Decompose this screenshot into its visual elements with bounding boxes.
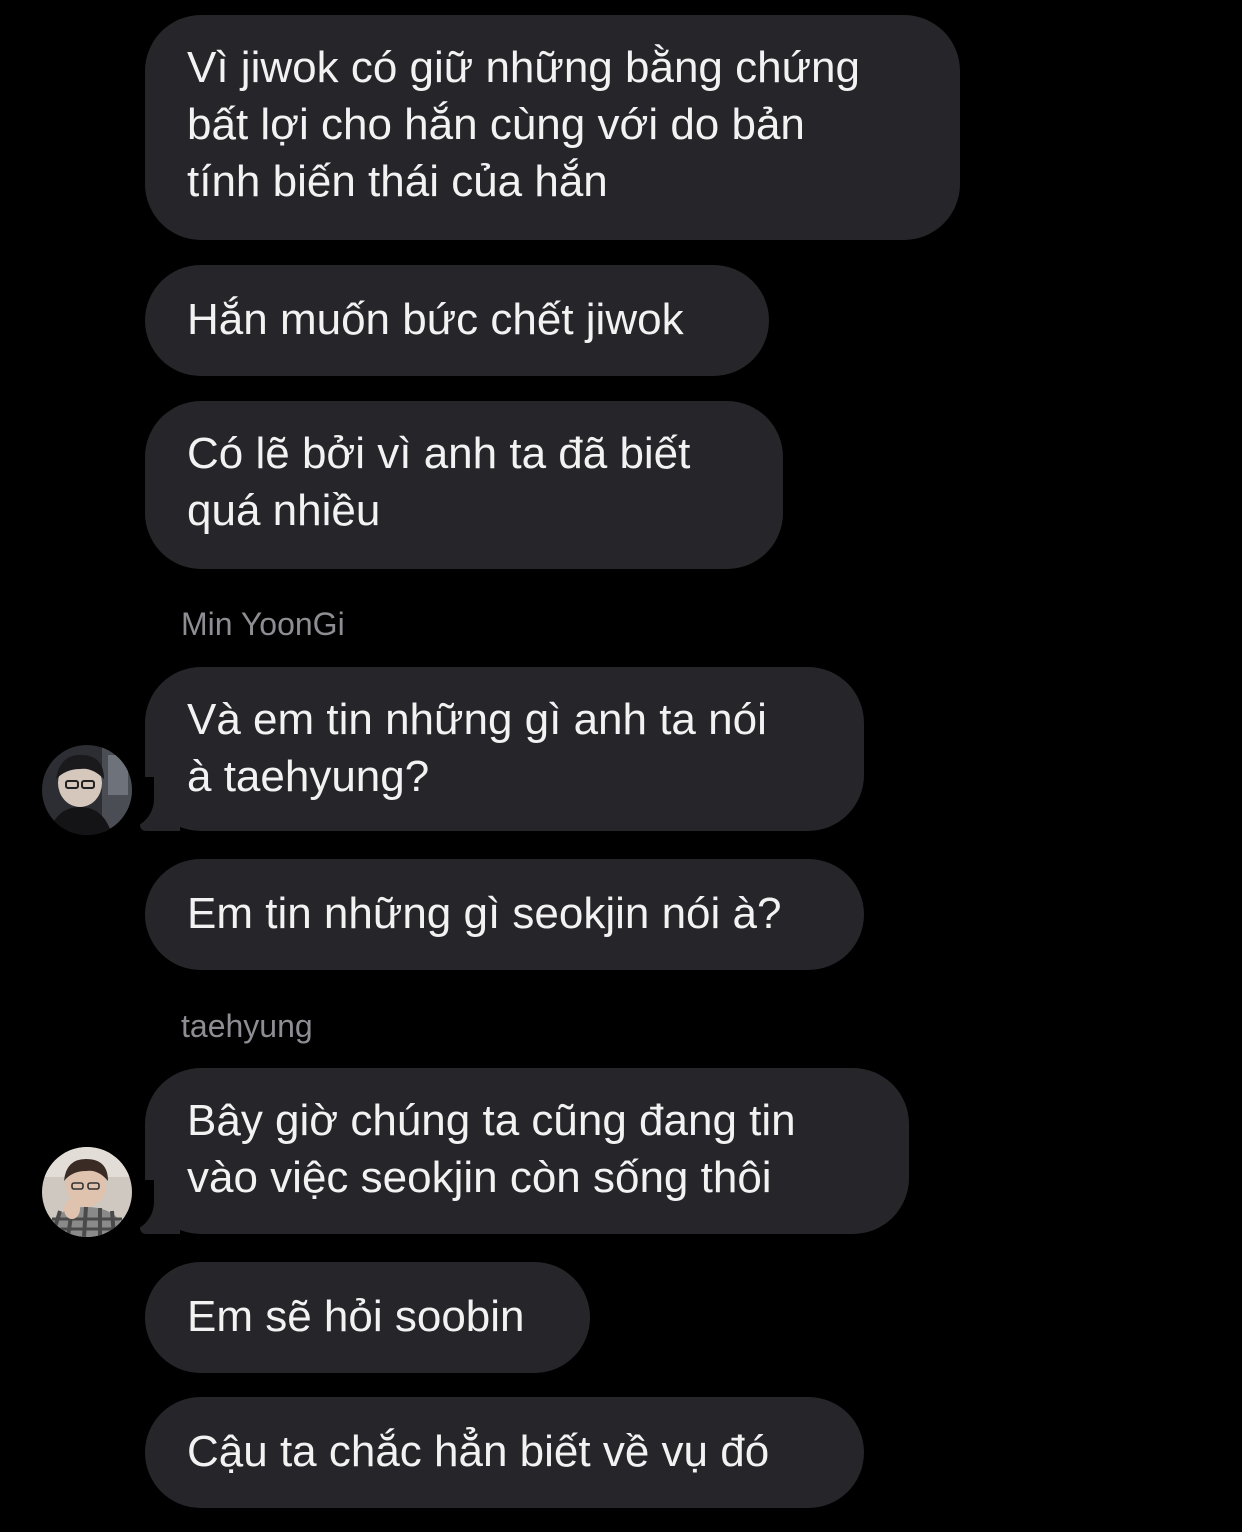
sender-name: taehyung	[181, 1008, 313, 1044]
message-bubble[interactable]: Bây giờ chúng ta cũng đang tin vào việc …	[145, 1068, 909, 1234]
message-bubble[interactable]: Em tin những gì seokjin nói à?	[145, 859, 864, 970]
avatar[interactable]	[42, 745, 132, 835]
message-bubble[interactable]: Em sẽ hỏi soobin	[145, 1262, 590, 1373]
avatar[interactable]	[42, 1147, 132, 1237]
chat-thread: Vì jiwok có giữ những bằng chứng bất lợi…	[0, 0, 1242, 1532]
message-bubble[interactable]: Và em tin những gì anh ta nói à taehyung…	[145, 667, 864, 831]
message-bubble[interactable]: Hắn muốn bức chết jiwok	[145, 265, 769, 376]
message-bubble[interactable]: Có lẽ bởi vì anh ta đã biết quá nhiều	[145, 401, 783, 569]
sender-name: Min YoonGi	[181, 606, 345, 642]
bubble-tail	[114, 777, 180, 831]
bubble-tail	[114, 1180, 180, 1234]
message-bubble[interactable]: Vì jiwok có giữ những bằng chứng bất lợi…	[145, 15, 960, 240]
message-bubble[interactable]: Cậu ta chắc hẳn biết về vụ đó	[145, 1397, 864, 1508]
